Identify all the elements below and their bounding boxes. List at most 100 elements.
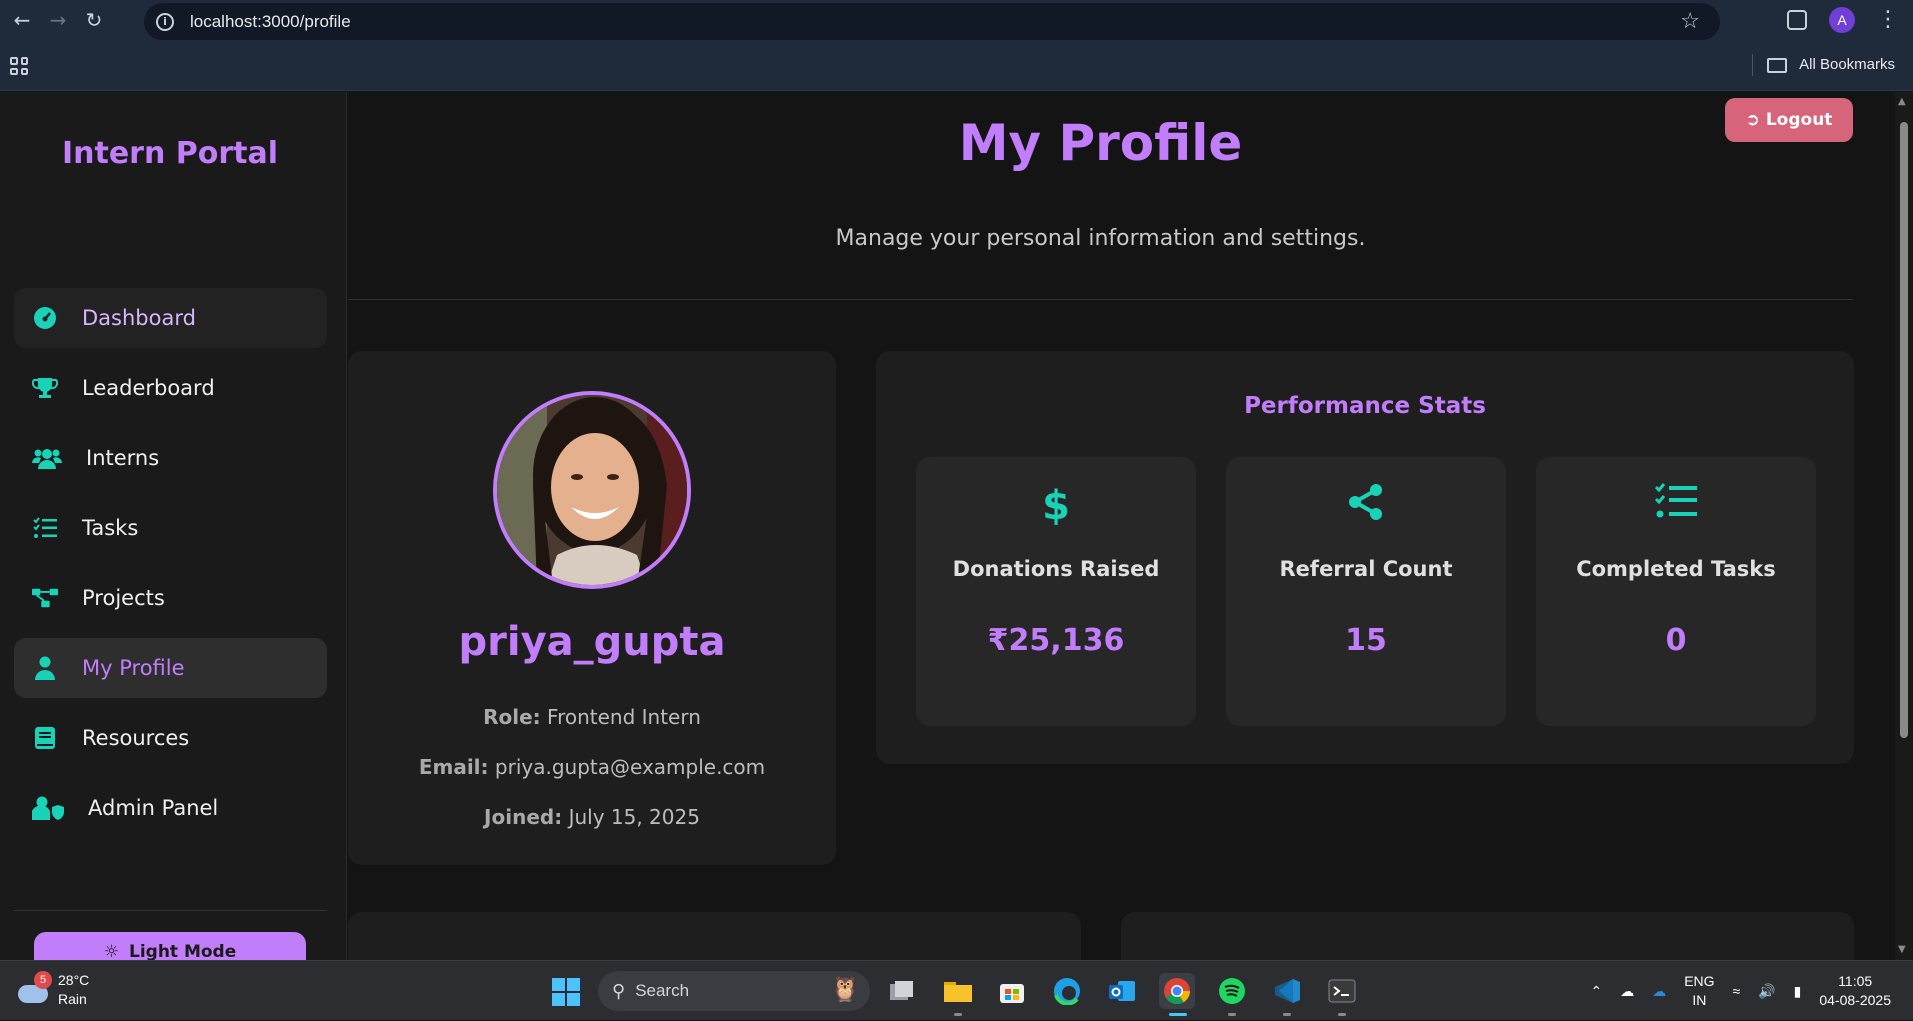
- sidebar-item-projects[interactable]: Projects: [14, 568, 327, 628]
- brand-title[interactable]: Intern Portal: [0, 136, 340, 171]
- stat-value: ₹25,136: [987, 623, 1125, 658]
- active-indicator: [1169, 1013, 1187, 1016]
- user-shield-icon: [32, 795, 64, 821]
- browser-menu-icon[interactable]: ⋮: [1877, 9, 1899, 31]
- sidebar-item-label: Interns: [86, 446, 160, 470]
- sun-icon: ☼: [103, 942, 119, 962]
- scroll-up-icon[interactable]: ▲: [1898, 96, 1906, 107]
- weather-widget[interactable]: 5 28°C Rain: [18, 971, 89, 1009]
- sidebar-item-leaderboard[interactable]: Leaderboard: [14, 358, 327, 418]
- sidebar: Intern Portal Dashboard Leaderboard Inte…: [0, 92, 347, 972]
- share-icon: [1226, 483, 1506, 531]
- profile-card: priya_gupta Role: Frontend Intern Email:…: [348, 351, 836, 865]
- running-indicator: [1283, 1013, 1291, 1016]
- profile-role: Role: Frontend Intern: [348, 705, 836, 729]
- sidebar-divider: [14, 910, 327, 911]
- book-icon: [32, 725, 58, 751]
- task-list-icon: [32, 515, 58, 541]
- outlook-icon[interactable]: [1104, 973, 1140, 1009]
- performance-stats-card: Performance Stats $ Donations Raised ₹25…: [876, 351, 1854, 764]
- joined-label: Joined:: [484, 805, 563, 829]
- back-icon[interactable]: ←: [8, 6, 36, 34]
- sidebar-item-label: Admin Panel: [88, 796, 219, 820]
- cloud-rain-icon: 5: [18, 971, 52, 1003]
- scroll-down-icon[interactable]: ▼: [1898, 944, 1906, 955]
- chevron-up-icon[interactable]: ⌃: [1590, 983, 1602, 1000]
- stat-completed-tasks: Completed Tasks 0: [1536, 457, 1816, 726]
- system-tray: ⌃ ☁ ☁ ENG IN ≈ 🔊 ▮ 11:05 04-08-2025: [1590, 961, 1913, 1021]
- folder-icon[interactable]: [1767, 58, 1787, 73]
- wifi-icon[interactable]: ≈: [1733, 983, 1741, 999]
- sidebar-item-admin-panel[interactable]: Admin Panel: [14, 778, 327, 838]
- onedrive-icon[interactable]: ☁: [1652, 983, 1666, 1000]
- sidebar-item-label: Projects: [82, 586, 165, 610]
- sidebar-item-label: Tasks: [82, 516, 139, 540]
- volume-icon[interactable]: 🔊: [1758, 983, 1775, 1000]
- extensions-icon[interactable]: [1787, 10, 1807, 30]
- page-scrollbar[interactable]: ▲ ▼: [1895, 92, 1913, 960]
- taskbar-search[interactable]: ⚲ Search 🦉: [598, 971, 870, 1011]
- sidebar-item-interns[interactable]: Interns: [14, 428, 327, 488]
- profile-email: Email: priya.gupta@example.com: [348, 755, 836, 779]
- sidebar-item-dashboard[interactable]: Dashboard: [14, 288, 327, 348]
- light-mode-label: Light Mode: [128, 942, 237, 962]
- battery-icon[interactable]: ▮: [1794, 983, 1802, 1000]
- spotify-icon[interactable]: [1214, 973, 1250, 1009]
- windows-taskbar: 5 28°C Rain ⚲ Search 🦉 ⌃ ☁ ☁ ENG IN ≈ 🔊 …: [0, 960, 1913, 1020]
- chrome-icon[interactable]: [1159, 973, 1195, 1009]
- file-explorer-icon[interactable]: [940, 973, 976, 1009]
- all-bookmarks-link[interactable]: All Bookmarks: [1799, 56, 1895, 73]
- email-label: Email:: [418, 755, 489, 779]
- forward-icon[interactable]: →: [44, 6, 72, 34]
- stat-label: Referral Count: [1279, 557, 1453, 581]
- sidebar-item-label: Dashboard: [82, 306, 196, 330]
- reload-icon[interactable]: ↻: [80, 6, 108, 34]
- bookmarks-divider: [1752, 54, 1753, 76]
- role-value: Frontend Intern: [547, 705, 701, 729]
- trophy-icon: [32, 375, 58, 401]
- profile-joined: Joined: July 15, 2025: [348, 805, 836, 829]
- stat-value: 0: [1665, 623, 1687, 658]
- avatar: [493, 391, 691, 589]
- users-icon: [32, 445, 62, 471]
- gauge-icon: [32, 305, 58, 331]
- lang-primary: ENG: [1684, 973, 1715, 989]
- sidebar-item-resources[interactable]: Resources: [14, 708, 327, 768]
- language-indicator[interactable]: ENG IN: [1684, 972, 1714, 1010]
- stat-label: Completed Tasks: [1576, 557, 1776, 581]
- clock[interactable]: 11:05 04-08-2025: [1819, 972, 1891, 1010]
- sidebar-item-my-profile[interactable]: My Profile: [14, 638, 327, 698]
- address-bar[interactable]: i localhost:3000/profile ☆: [144, 3, 1720, 40]
- stats-title: Performance Stats: [1244, 393, 1486, 419]
- browser-toolbar: ← → ↻ i localhost:3000/profile ☆ A ⋮: [0, 0, 1913, 40]
- task-view-icon[interactable]: [884, 973, 920, 1009]
- sidebar-item-label: My Profile: [82, 656, 185, 680]
- clock-time: 11:05: [1838, 973, 1873, 989]
- page-title: My Profile: [958, 114, 1243, 172]
- url-text[interactable]: localhost:3000/profile: [190, 12, 351, 32]
- sidebar-item-tasks[interactable]: Tasks: [14, 498, 327, 558]
- terminal-icon[interactable]: [1324, 973, 1360, 1009]
- browser-profile-avatar[interactable]: A: [1829, 7, 1855, 33]
- running-indicator: [1228, 1013, 1236, 1016]
- apps-grid-icon[interactable]: [10, 57, 28, 75]
- ms-store-icon[interactable]: [994, 973, 1030, 1009]
- weather-condition: Rain: [58, 991, 87, 1007]
- bookmark-star-icon[interactable]: ☆: [1680, 9, 1700, 34]
- onedrive-sync-icon[interactable]: ☁: [1620, 983, 1634, 1000]
- stat-value: 15: [1345, 623, 1387, 658]
- project-diagram-icon: [32, 585, 58, 611]
- user-icon: [32, 655, 58, 681]
- windows-start-icon[interactable]: [552, 978, 580, 1006]
- running-indicator: [1338, 1013, 1346, 1016]
- vscode-icon[interactable]: [1269, 973, 1305, 1009]
- sidebar-item-label: Leaderboard: [82, 376, 215, 400]
- site-info-icon[interactable]: i: [156, 12, 174, 31]
- sidebar-item-label: Resources: [82, 726, 190, 750]
- clock-date: 04-08-2025: [1819, 992, 1891, 1008]
- stat-label: Donations Raised: [952, 557, 1160, 581]
- edge-icon[interactable]: [1049, 973, 1085, 1009]
- scroll-thumb[interactable]: [1900, 122, 1908, 738]
- stat-donations: $ Donations Raised ₹25,136: [916, 457, 1196, 726]
- lang-region: IN: [1692, 992, 1707, 1008]
